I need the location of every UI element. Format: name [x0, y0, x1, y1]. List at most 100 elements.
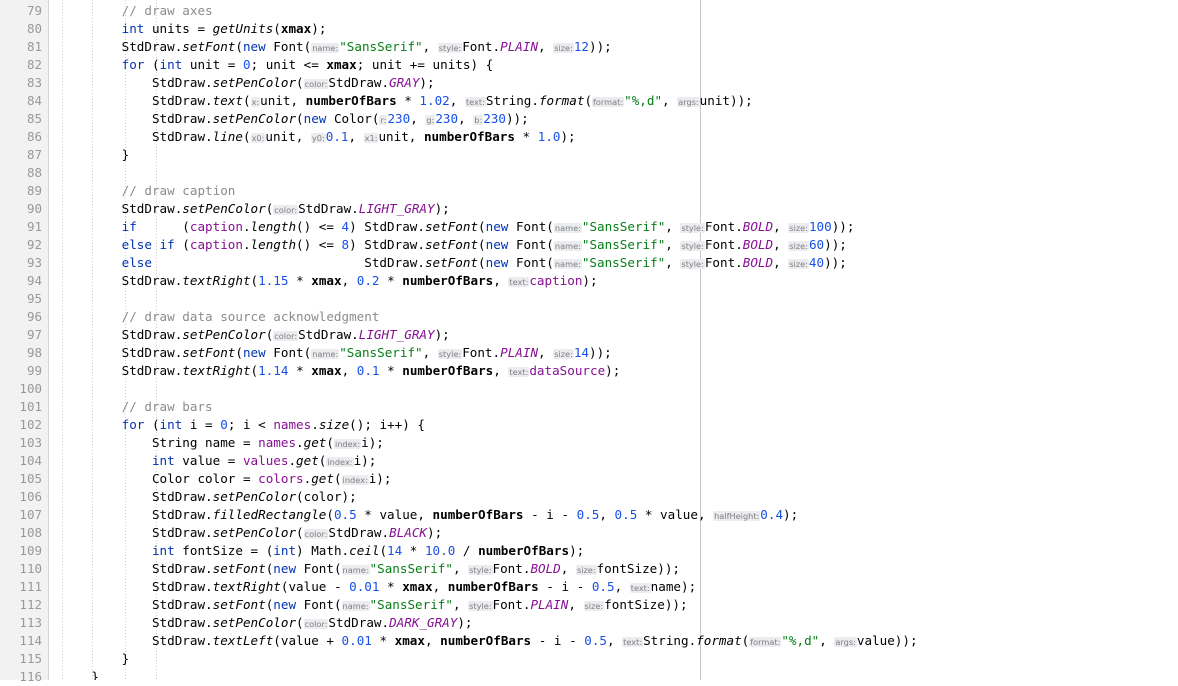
code-line-97[interactable]: StdDraw.setPenColor(color:StdDraw.LIGHT_… [61, 326, 450, 344]
code-line-105[interactable]: Color color = colors.get(index:i); [61, 470, 392, 488]
code-line-112[interactable]: StdDraw.setFont(new Font(name:"SansSerif… [61, 596, 688, 614]
code-token: // draw caption [121, 183, 236, 198]
code-line-79[interactable]: // draw axes [61, 2, 213, 20]
code-area[interactable]: // draw axes int units = getUnits(xmax); S… [61, 0, 1178, 680]
code-line-89[interactable]: // draw caption [61, 182, 236, 200]
code-line-101[interactable]: // draw bars [61, 398, 213, 416]
line-number: 85 [26, 111, 42, 126]
code-token: xmax [280, 21, 312, 36]
code-line-91[interactable]: if (caption.length() <= 4) StdDraw.setFo… [61, 218, 855, 236]
code-token: Color( [326, 111, 380, 126]
code-token: StdDraw. [151, 561, 213, 576]
code-token: (value - [280, 579, 350, 594]
code-token: ( [478, 255, 486, 270]
code-token: ) StdDraw. [349, 237, 425, 252]
code-line-85[interactable]: StdDraw.setPenColor(new Color(r:230, g:2… [61, 110, 529, 128]
parameter-hint: style: [468, 601, 493, 611]
code-line-98[interactable]: StdDraw.setFont(new Font(name:"SansSerif… [61, 344, 612, 362]
code-token: , [458, 111, 474, 126]
parameter-hint: size: [553, 349, 574, 359]
code-line-83[interactable]: StdDraw.setPenColor(color:StdDraw.GRAY); [61, 74, 435, 92]
parameter-hint: text: [464, 97, 486, 107]
code-line-92[interactable]: else if (caption.length() <= 8) StdDraw.… [61, 236, 847, 254]
code-line-103[interactable]: String name = names.get(index:i); [61, 434, 384, 452]
code-token: . [311, 417, 319, 432]
code-token: ( [250, 363, 259, 378]
code-token: 1.15 [258, 273, 289, 288]
code-token: StdDraw. [121, 273, 183, 288]
code-line-115[interactable]: } [61, 650, 130, 668]
code-line-90[interactable]: StdDraw.setPenColor(color:StdDraw.LIGHT_… [61, 200, 450, 218]
code-line-94[interactable]: StdDraw.textRight(1.15 * xmax, 0.2 * num… [61, 272, 598, 290]
code-token: xmax [394, 633, 425, 648]
code-line-108[interactable]: StdDraw.setPenColor(color:StdDraw.BLACK)… [61, 524, 442, 542]
code-token: ( [235, 39, 243, 54]
code-line-81[interactable]: StdDraw.setFont(new Font(name:"SansSerif… [61, 38, 612, 56]
code-token: i); [353, 453, 377, 468]
code-token: , [410, 111, 426, 126]
line-number: 84 [26, 93, 42, 108]
code-line-82[interactable]: for (int unit = 0; unit <= xmax; unit +=… [61, 56, 494, 74]
code-token: filledRectangle [212, 507, 327, 522]
code-token: () <= [296, 219, 342, 234]
code-line-102[interactable]: for (int i = 0; i < names.size(); i++) { [61, 416, 425, 434]
code-token: StdDraw. [151, 111, 213, 126]
parameter-hint: name: [553, 259, 582, 269]
code-line-87[interactable]: } [61, 146, 130, 164]
code-token: )); [589, 39, 612, 54]
parameter-hint: style: [437, 43, 463, 53]
code-folding-gutter[interactable] [49, 0, 61, 680]
code-token: )); [505, 111, 529, 126]
code-line-116[interactable]: } [61, 668, 99, 680]
parameter-hint: size: [788, 223, 809, 233]
code-line-96[interactable]: // draw data source acknowledgment [61, 308, 380, 326]
code-line-113[interactable]: StdDraw.setPenColor(color:StdDraw.DARK_G… [61, 614, 473, 632]
code-token: numberOfBars [447, 579, 539, 594]
code-token: 0.2 [356, 273, 380, 288]
code-token: } [121, 651, 130, 666]
code-line-99[interactable]: StdDraw.textRight(1.14 * xmax, 0.1 * num… [61, 362, 621, 380]
code-line-111[interactable]: StdDraw.textRight(value - 0.01 * xmax, n… [61, 578, 696, 596]
code-token: 0.1 [325, 129, 349, 144]
code-token: , [665, 237, 681, 252]
code-line-104[interactable]: int value = values.get(index:i); [61, 452, 376, 470]
code-token: int [151, 453, 175, 468]
code-token: setFont [212, 597, 266, 612]
code-token: BOLD [742, 255, 774, 270]
code-line-107[interactable]: StdDraw.filledRectangle(0.5 * value, num… [61, 506, 798, 524]
parameter-hint: x1: [363, 133, 379, 143]
code-token: , [422, 345, 438, 360]
code-editor[interactable]: 79 80 81 82 83 84 85 86 87 88 89 90 91 92 93 94 95 96 97 98… [0, 0, 1178, 684]
code-token: , [348, 129, 364, 144]
code-token: String name = [151, 435, 259, 450]
code-line-93[interactable]: else StdDraw.setFont(new Font(name:"Sans… [61, 254, 847, 272]
code-line-114[interactable]: StdDraw.textLeft(value + 0.01 * xmax, nu… [61, 632, 918, 650]
code-token: ( [326, 435, 334, 450]
code-line-109[interactable]: int fontSize = (int) Math.ceil(14 * 10.0… [61, 542, 584, 560]
code-token: "SansSerif" [339, 39, 423, 54]
line-number: 115 [19, 651, 42, 666]
code-token: 230 [483, 111, 506, 126]
code-token: for [121, 417, 145, 432]
code-token: Font. [462, 39, 501, 54]
code-line-80[interactable]: int units = getUnits(xmax); [61, 20, 327, 38]
code-token: BLACK [389, 525, 427, 540]
code-line-110[interactable]: StdDraw.setFont(new Font(name:"SansSerif… [61, 560, 680, 578]
code-token: get [311, 471, 334, 486]
line-number: 100 [19, 381, 42, 396]
code-line-106[interactable]: StdDraw.setPenColor(color); [61, 488, 357, 506]
line-number-gutter[interactable]: 79 80 81 82 83 84 85 86 87 88 89 90 91 92 93 94 95 96 97 98… [0, 0, 49, 684]
code-token: 40 [808, 255, 825, 270]
code-line-84[interactable]: StdDraw.text(x:unit, numberOfBars * 1.02… [61, 92, 753, 110]
code-token: ; unit <= [250, 57, 327, 72]
code-token: ); [434, 201, 450, 216]
code-token: ( [584, 93, 593, 108]
code-token: setPenColor [212, 525, 297, 540]
parameter-hint: style: [680, 241, 705, 251]
code-line-86[interactable]: StdDraw.line(x0:unit, y0:0.1, x1:unit, n… [61, 128, 576, 146]
code-token: 100 [808, 219, 832, 234]
code-token: (color); [296, 489, 357, 504]
code-token: ); [311, 21, 327, 36]
code-token: 60 [808, 237, 825, 252]
code-token: else [121, 255, 152, 270]
